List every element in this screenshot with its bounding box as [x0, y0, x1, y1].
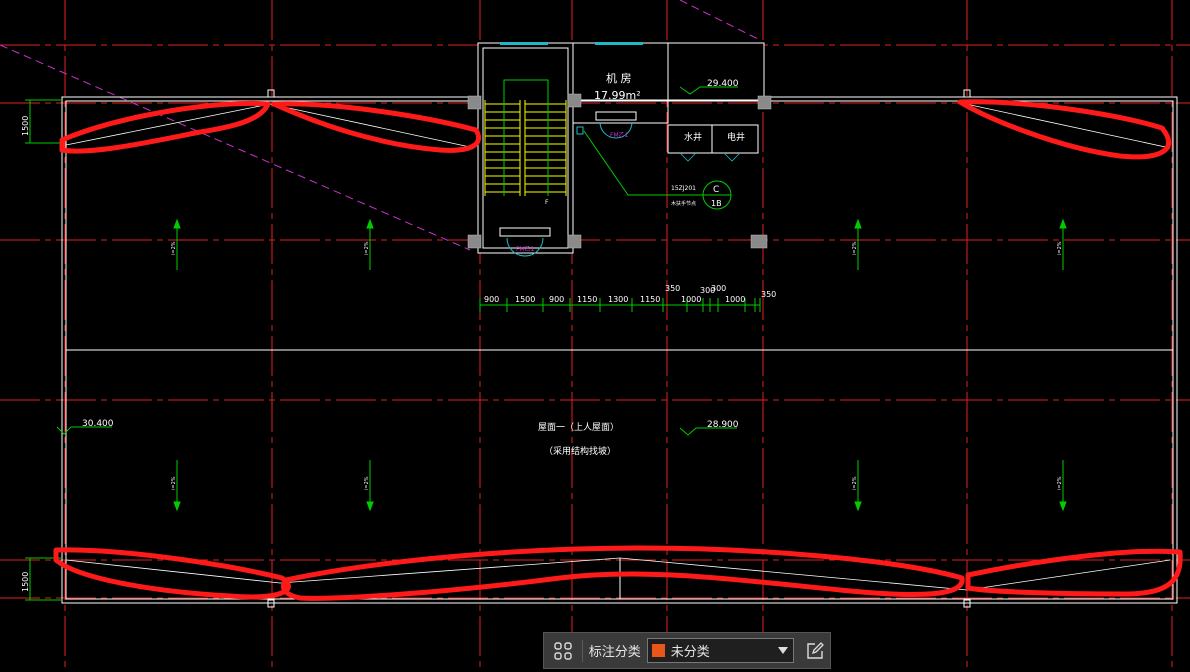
dim-text-350-a: 350 — [665, 284, 680, 293]
slope-label: i=2% — [171, 476, 177, 490]
well-doors — [679, 152, 741, 162]
edit-icon[interactable] — [800, 636, 830, 666]
door-tag-machine: FM乙1 — [610, 132, 629, 139]
dim-text: 900 — [484, 295, 499, 304]
magenta-guide-line — [0, 44, 471, 251]
chevron-down-icon — [778, 647, 789, 654]
magenta-guide-line-right — [679, 0, 761, 41]
dim-text: 1000 — [725, 295, 745, 304]
dimension-texts: 900 1500 900 1150 1300 1150 1000 300 100… — [484, 284, 776, 304]
dim-text: 1000 — [681, 295, 701, 304]
vertical-dims — [25, 99, 62, 601]
slope-label: i=2% — [1057, 476, 1063, 490]
dim-text-350-b: 350 — [761, 290, 776, 299]
slope-labels: i=2% i=2% i=2% i=2% i=2% i=2% i=2% i=2% — [171, 241, 1063, 490]
slope-label: i=2% — [171, 241, 177, 255]
dim-text: 900 — [549, 295, 564, 304]
door-tag-stair: FM乙1 — [516, 246, 535, 253]
category-selected-value: 未分类 — [670, 645, 710, 660]
grid-icon[interactable] — [548, 636, 578, 666]
dim-text: 1300 — [608, 295, 628, 304]
roof-note: （采用结构找坡） — [544, 445, 616, 457]
roof-outline — [61, 96, 1178, 604]
dim-text: 1150 — [577, 295, 597, 304]
stair-mark: F — [545, 199, 549, 206]
detail-number-top: C — [713, 185, 719, 195]
slope-arrows — [173, 218, 1067, 512]
drain-markers — [267, 89, 971, 608]
dim-text: 1150 — [640, 295, 660, 304]
room-machine-area: 17.99m² — [594, 89, 641, 102]
slope-label: i=2% — [852, 241, 858, 255]
elevation-mid: 28.900 — [707, 420, 739, 430]
dim-text: 1500 — [515, 295, 535, 304]
annotation-category-label: 标注分类 — [588, 645, 641, 660]
dim-1500-bottom: 1500 — [21, 572, 30, 592]
slope-label: i=2% — [364, 476, 370, 490]
water-well-label: 水井 — [684, 131, 702, 143]
slope-label: i=2% — [364, 241, 370, 255]
elevation-left: 30.400 — [82, 419, 114, 429]
detail-number-bottom: 1B — [711, 199, 722, 208]
dim-1500-top: 1500 — [21, 116, 30, 136]
slope-label: i=2% — [852, 476, 858, 490]
dim-text-300-b: 300 — [711, 284, 726, 293]
annotation-toolbar: 标注分类 未分类 — [543, 632, 831, 669]
category-color-swatch — [651, 644, 665, 657]
ref-note: 木扶手节点 — [671, 200, 696, 207]
detail-reference — [576, 126, 732, 210]
cad-canvas[interactable]: FM乙1 FM乙1 机 房 17.99m² 29.400 水井 电井 F 15Z… — [0, 0, 1190, 672]
elec-well-label: 电井 — [727, 131, 745, 143]
ref-code: 15ZJ201 — [671, 185, 696, 192]
room-machine-label: 机 房 — [606, 71, 632, 85]
slope-label: i=2% — [1057, 241, 1063, 255]
valley-lines — [65, 103, 1171, 591]
toolbar-divider — [581, 639, 583, 662]
roof-title: 屋面一（上人屋面） — [538, 422, 619, 433]
category-select[interactable]: 未分类 — [646, 638, 795, 663]
